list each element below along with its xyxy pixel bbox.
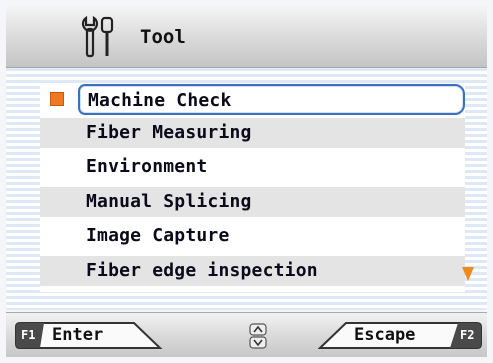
f2-key-label: F2 xyxy=(460,328,475,342)
f1-key-label: F1 xyxy=(21,328,36,342)
tool-menu-screen: Tool Machine Check Fiber Measuring Envir… xyxy=(0,0,493,363)
tool-menu-list: Machine Check Fiber Measuring Environmen… xyxy=(40,84,465,292)
enter-button[interactable]: F1 Enter xyxy=(14,321,164,350)
page-title: Tool xyxy=(140,26,186,48)
menu-item-environment[interactable]: Environment xyxy=(40,152,465,182)
selection-marker-icon xyxy=(50,92,64,106)
down-arrow-icon[interactable] xyxy=(462,267,474,281)
footer-bar: F1 Enter Escape F2 xyxy=(6,312,487,357)
menu-item-label-machine-check[interactable]: Machine Check xyxy=(78,84,465,115)
escape-button[interactable]: Escape F2 xyxy=(318,321,483,350)
tools-icon xyxy=(81,15,114,58)
menu-item-fiber-measuring[interactable]: Fiber Measuring xyxy=(40,118,465,148)
menu-item-fiber-edge-inspection[interactable]: Fiber edge inspection xyxy=(40,256,465,286)
escape-label: Escape xyxy=(354,325,416,345)
up-down-icon xyxy=(249,323,267,349)
menu-item-image-capture[interactable]: Image Capture xyxy=(40,221,465,251)
menu-item-manual-splicing[interactable]: Manual Splicing xyxy=(40,187,465,217)
enter-label: Enter xyxy=(52,325,104,345)
header-bar: Tool xyxy=(6,6,487,68)
